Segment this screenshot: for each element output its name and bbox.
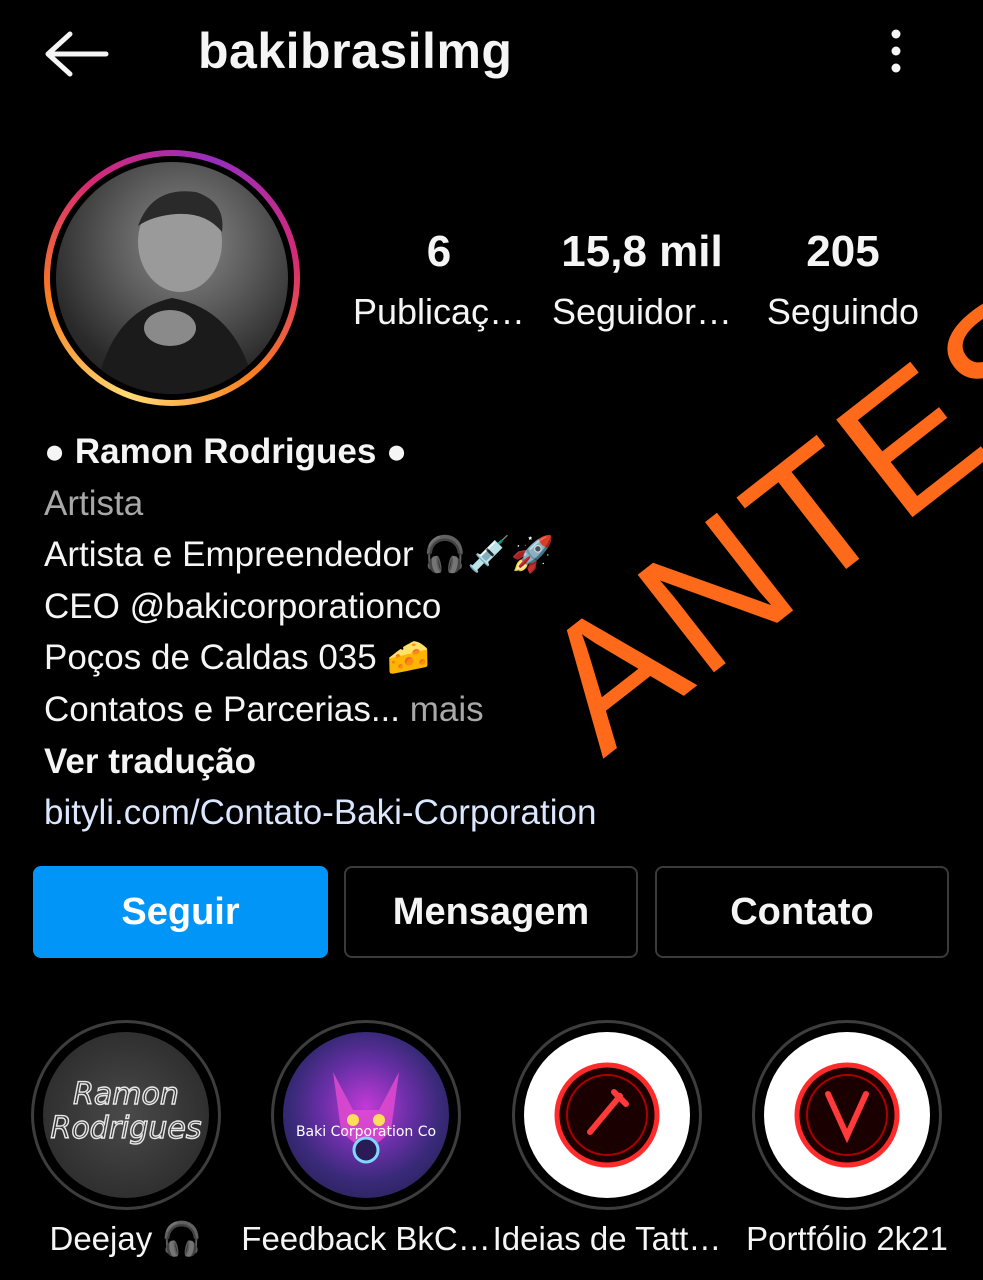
top-bar: bakibrasilmg [0,0,983,110]
avatar-photo [56,162,288,394]
highlight-label: Ideias de Tatt… [492,1220,722,1257]
story-highlight[interactable]: Portfólio 2k21 [746,1020,948,1257]
highlight-cover-image [764,1032,930,1198]
contact-button[interactable]: Contato [655,866,949,958]
message-button[interactable]: Mensagem [344,866,638,958]
profile-username: bakibrasilmg [198,23,513,79]
highlight-cover-ring: Baki Corporation Co [271,1020,461,1210]
bio-website-link[interactable]: bityli.com/Contato-Baki-Corporation [44,787,944,839]
highlight-cover-text: Baki Corporation Co [296,1124,436,1140]
story-highlight[interactable]: Ideias de Tatt… [493,1020,721,1257]
bio-line-text: Contatos e Parcerias... [44,689,400,729]
following-count: 205 [806,227,880,276]
followers-count: 15,8 mil [561,227,723,276]
stat-posts[interactable]: 6 Publicaç… [350,224,528,336]
highlight-label: Feedback BkC… [241,1220,491,1257]
highlight-cover-ring [752,1020,942,1210]
highlight-cover-image: Ramon Rodrigues [43,1032,209,1198]
highlight-label: Deejay 🎧 [49,1220,203,1257]
highlight-cover-image: Baki Corporation Co [283,1032,449,1198]
more-options-icon[interactable] [876,26,916,76]
highlight-label: Portfólio 2k21 [746,1220,948,1257]
highlight-cover-text: Rodrigues [50,1111,201,1146]
see-translation-link[interactable]: Ver tradução [44,736,944,788]
story-highlight[interactable]: Ramon Rodrigues Deejay 🎧 [31,1020,221,1257]
see-more-link[interactable]: mais [400,690,484,729]
highlight-cover-ring: Ramon Rodrigues [31,1020,221,1210]
back-arrow-icon[interactable] [40,26,112,82]
highlight-cover-ring [512,1020,702,1210]
profile-avatar[interactable] [44,150,300,406]
highlight-cover-text: Ramon [73,1077,179,1112]
highlight-cover-image [524,1032,690,1198]
posts-label: Publicaç… [352,291,526,332]
stat-followers[interactable]: 15,8 mil Seguidor… [548,224,736,336]
follow-button[interactable]: Seguir [33,866,328,958]
followers-label: Seguidor… [551,291,733,332]
bio-line-truncated: Contatos e Parcerias... mais [44,684,944,736]
story-highlight[interactable]: Baki Corporation Co Feedback BkC… [241,1020,491,1257]
posts-count: 6 [426,227,452,276]
